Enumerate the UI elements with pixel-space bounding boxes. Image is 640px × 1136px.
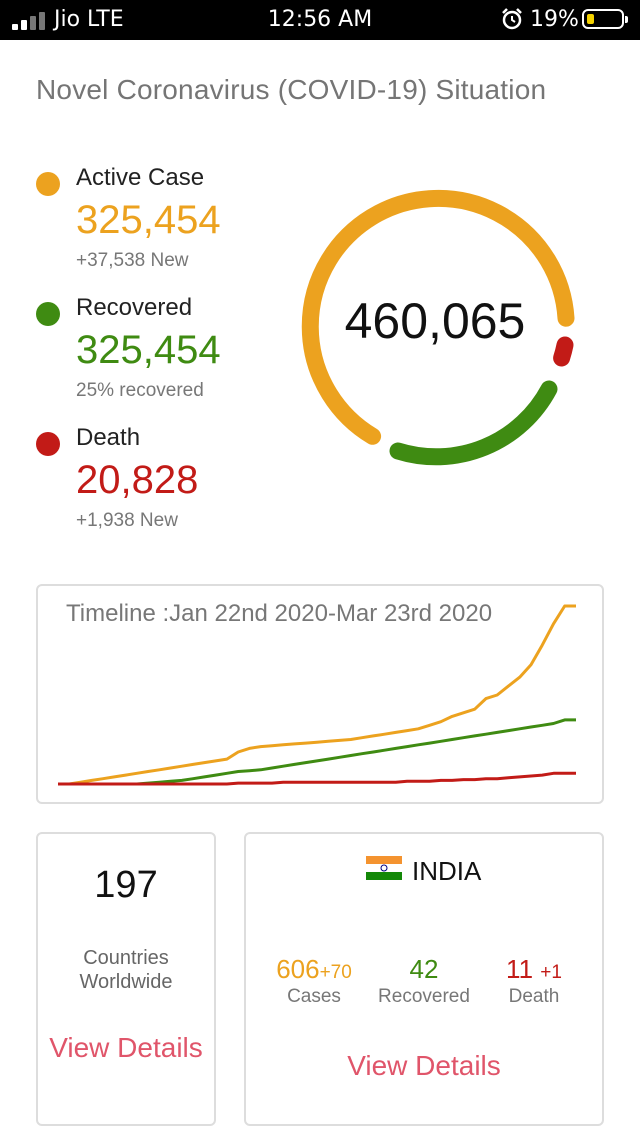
countries-card: 197 Countries Worldwide View Details [36,832,216,1126]
recovered-value: 325,454 [76,328,221,372]
battery-icon [582,9,628,29]
page-title: Novel Coronavirus (COVID-19) Situation [36,74,547,105]
india-country-name: INDIA [412,856,482,886]
india-cases-label: Cases [287,986,341,1007]
india-cases: 606+70 Cases [266,954,362,1008]
alarm-icon [502,8,522,30]
india-death-value: 11 [506,954,534,984]
death-label: Death [76,424,141,451]
india-card: INDIA 606+70 Cases 42 Recovered 11 +1 De… [244,832,604,1126]
india-cases-value: 606 [276,954,320,984]
india-death-new: +1 [540,962,562,983]
death-dot-icon [36,432,60,456]
donut-recovered-arc [389,380,558,466]
india-recovered-value: 42 [409,954,439,984]
timeline-card[interactable]: Timeline :Jan 22nd 2020-Mar 23rd 2020 [36,584,604,804]
donut-total: 460,065 [344,293,526,349]
countries-view-details-link[interactable]: View Details [38,1032,214,1064]
recovered-percent: 25% recovered [76,380,204,401]
active-new: +37,538 New [76,250,189,271]
timeline-chart [58,604,576,786]
recovered-dot-icon [36,302,60,326]
india-view-details-link[interactable]: View Details [246,1050,602,1082]
recovered-label: Recovered [76,294,193,321]
active-value: 325,454 [76,198,221,242]
active-label: Active Case [76,164,205,191]
india-death-label: Death [508,986,560,1007]
countries-label: Countries Worldwide [79,947,173,993]
india-recovered-label: Recovered [378,986,470,1007]
india-flag-icon [366,856,402,880]
status-bar: Jio LTE 12:56 AM 19% [0,0,640,40]
india-recovered: 42 Recovered [368,954,480,1008]
countries-count: 197 [94,864,158,906]
death-value: 20,828 [76,458,199,502]
india-cases-new: +70 [319,962,352,983]
timeline-series-0 [58,604,576,786]
battery-percent: 19% [530,7,579,32]
death-new: +1,938 New [76,510,178,531]
active-dot-icon [36,172,60,196]
india-death: 11 +1 Death [496,954,572,1008]
